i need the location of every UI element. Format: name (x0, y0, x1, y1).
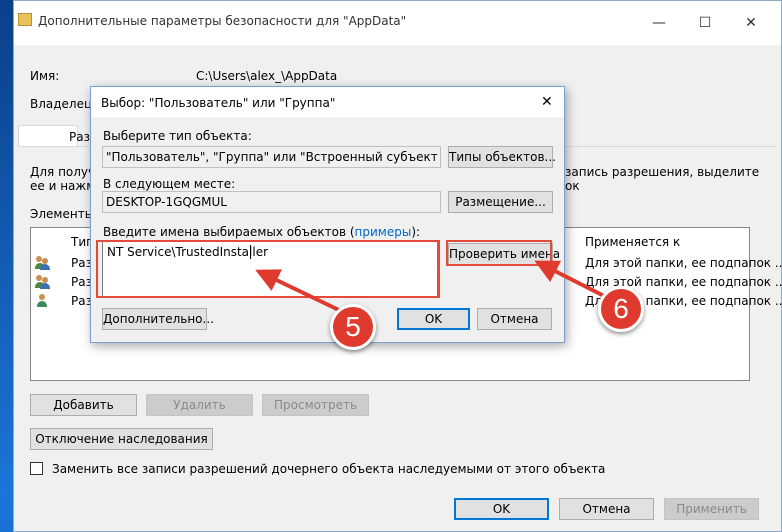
annotation-arrows (255, 260, 613, 314)
arrow-step5 (255, 269, 344, 314)
step-6-badge: 6 (598, 286, 644, 332)
step-5-badge: 5 (330, 304, 376, 350)
